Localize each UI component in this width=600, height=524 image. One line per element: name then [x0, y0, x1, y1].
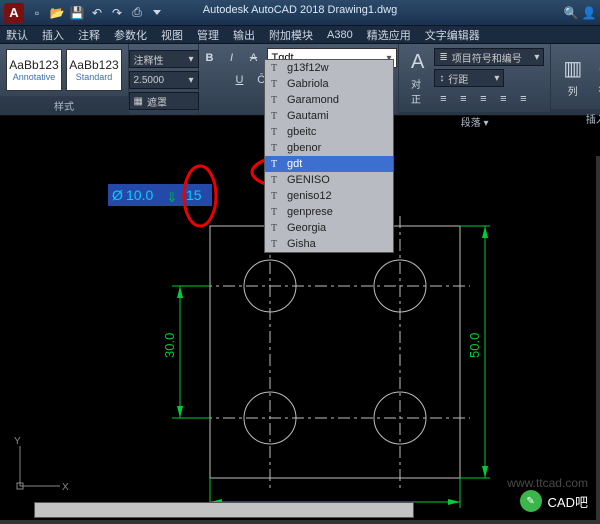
font-option[interactable]: Gautami — [265, 108, 393, 124]
svg-text:50.0: 50.0 — [467, 333, 482, 358]
font-option[interactable]: genprese — [265, 204, 393, 220]
panel-style-title: 样式 — [0, 96, 128, 115]
font-option[interactable]: g13f12w — [265, 60, 393, 76]
style-standard[interactable]: AaBb123 Standard — [66, 49, 122, 91]
tab-annotate[interactable]: 注释 — [78, 27, 100, 43]
strike-button[interactable]: A — [245, 49, 263, 67]
svg-text:15: 15 — [186, 187, 202, 203]
align-right-button[interactable]: ≡ — [474, 90, 492, 108]
command-line[interactable] — [34, 502, 414, 518]
font-option[interactable]: gbeitc — [265, 124, 393, 140]
tab-a380[interactable]: A380 — [327, 29, 353, 41]
search-icon[interactable]: 🔍 — [564, 6, 578, 20]
font-option[interactable]: geniso12 — [265, 188, 393, 204]
quick-access-toolbar: ▫ 📂 💾 ↶ ↷ ⎙ — [30, 6, 164, 20]
qat-new-icon[interactable]: ▫ — [30, 6, 44, 20]
dim-right: 50.0 — [467, 226, 488, 478]
justify-button[interactable]: A对正 — [405, 51, 430, 106]
panel-paragraph: A对正 ≣项目符号和编号▾ ↕行距▾ ≡ ≡ ≡ ≡ ≡ 段落 ▾ — [399, 44, 551, 115]
svg-text:Ø: Ø — [112, 187, 123, 203]
tab-text-editor[interactable]: 文字编辑器 — [425, 27, 480, 43]
inplace-text-editor[interactable]: Ø 10.0 ⇓ 15 — [108, 184, 212, 206]
linespacing-combo[interactable]: ↕行距▾ — [434, 69, 504, 87]
tab-parametric[interactable]: 参数化 — [114, 27, 147, 43]
qat-print-icon[interactable]: ⎙ — [130, 6, 144, 20]
font-option[interactable]: GENISO — [265, 172, 393, 188]
column-button[interactable]: ▥列 — [557, 56, 588, 98]
align-center-button[interactable]: ≡ — [454, 90, 472, 108]
title-bar: A ▫ 📂 💾 ↶ ↷ ⎙ Autodesk AutoCAD 2018 Draw… — [0, 0, 600, 26]
qat-undo-icon[interactable]: ↶ — [90, 6, 104, 20]
italic-button[interactable]: I — [223, 49, 241, 67]
panel-height: 注释性▾ 2.5000▾ ▦遮罩 — [129, 44, 199, 115]
tab-addins[interactable]: 附加模块 — [269, 27, 313, 43]
symbol-button[interactable]: @符号 — [592, 57, 600, 97]
underline-button[interactable]: U — [231, 71, 249, 89]
align-left-button[interactable]: ≡ — [434, 90, 452, 108]
part-outline — [210, 226, 460, 478]
font-dropdown-list[interactable]: g13f12w Gabriola Garamond Gautami gbeitc… — [264, 59, 394, 253]
panel-paragraph-title: 段落 ▾ — [399, 112, 550, 131]
qat-redo-icon[interactable]: ↷ — [110, 6, 124, 20]
tab-output[interactable]: 输出 — [233, 27, 255, 43]
qat-save-icon[interactable]: 💾 — [70, 6, 84, 20]
app-icon[interactable]: A — [4, 3, 24, 23]
tab-view[interactable]: 视图 — [161, 27, 183, 43]
style-annotative[interactable]: AaBb123 Annotative — [6, 49, 62, 91]
tab-default[interactable]: 默认 — [6, 27, 28, 43]
window-title: Autodesk AutoCAD 2018 Drawing1.dwg — [203, 4, 397, 16]
panel-insert-title: 插入 — [551, 109, 600, 128]
svg-text:Y: Y — [14, 436, 21, 447]
svg-text:30.0: 30.0 — [162, 333, 177, 358]
bold-button[interactable]: B — [201, 49, 219, 67]
panel-style: AaBb123 Annotative AaBb123 Standard 样式 — [0, 44, 129, 115]
svg-text:⇓: ⇓ — [166, 189, 178, 205]
dim-left: 30.0 — [162, 286, 210, 418]
panel-insert: ▥列 @符号 ▭字段 插入 — [551, 44, 600, 115]
font-option-selected[interactable]: gdt — [265, 156, 393, 172]
font-option[interactable]: Gisha — [265, 236, 393, 252]
credit-badge: ✎ CAD吧 — [520, 490, 588, 512]
credit-text: CAD吧 — [548, 492, 588, 511]
qat-more-icon[interactable] — [150, 6, 164, 20]
font-option[interactable]: gbenor — [265, 140, 393, 156]
ucs-icon: X Y — [10, 436, 70, 496]
tab-manage[interactable]: 管理 — [197, 27, 219, 43]
bullets-combo[interactable]: ≣项目符号和编号▾ — [434, 48, 544, 66]
align-dist-button[interactable]: ≡ — [514, 90, 532, 108]
signin-icon[interactable]: 👤 — [582, 6, 596, 20]
svg-text:10.0: 10.0 — [126, 187, 153, 203]
font-option[interactable]: Garamond — [265, 92, 393, 108]
qat-open-icon[interactable]: 📂 — [50, 6, 64, 20]
align-justify-button[interactable]: ≡ — [494, 90, 512, 108]
mask-button[interactable]: ▦遮罩 — [129, 92, 199, 110]
watermark: www.ttcad.com — [507, 476, 588, 490]
svg-text:X: X — [62, 482, 69, 493]
font-option[interactable]: Georgia — [265, 220, 393, 236]
wechat-icon: ✎ — [520, 490, 542, 512]
text-height-combo[interactable]: 2.5000▾ — [129, 71, 199, 89]
tab-insert[interactable]: 插入 — [42, 27, 64, 43]
ribbon-tabs: 默认 插入 注释 参数化 视图 管理 输出 附加模块 A380 精选应用 文字编… — [0, 26, 600, 44]
font-option[interactable]: Gabriola — [265, 76, 393, 92]
tab-featured[interactable]: 精选应用 — [367, 27, 411, 43]
annotative-combo[interactable]: 注释性▾ — [129, 50, 199, 68]
